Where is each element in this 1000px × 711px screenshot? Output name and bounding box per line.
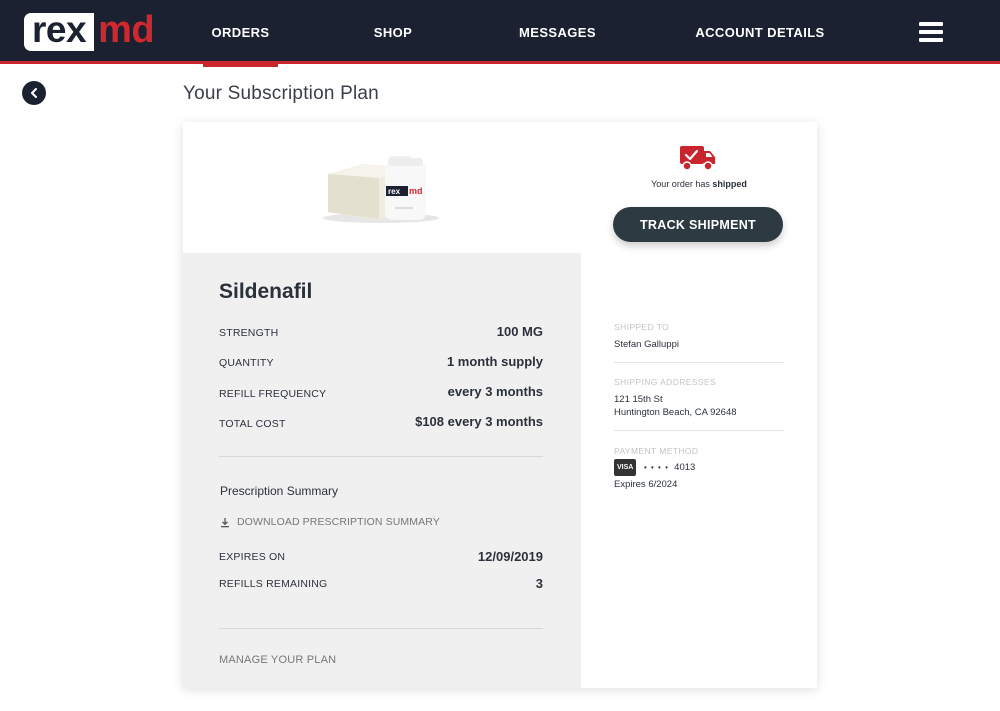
download-prescription-link[interactable]: DOWNLOAD PRESCRIPTION SUMMARY — [220, 516, 440, 528]
divider — [614, 430, 784, 431]
strength-label: STRENGTH — [219, 327, 279, 339]
logo-rex-text: rex — [24, 11, 95, 51]
shipping-status-text: Your order has — [651, 179, 713, 189]
bottle-label-rex: rex — [388, 187, 401, 196]
divider — [219, 456, 543, 457]
subscription-card: rex md Sildenafil STRENGTH 100 MG QUANTI… — [183, 122, 817, 688]
shipping-pane: Your order has shipped TRACK SHIPMENT SH… — [581, 122, 817, 688]
bottle-label-md: md — [409, 186, 423, 196]
quantity-label: QUANTITY — [219, 357, 274, 369]
truck-check-icon — [680, 146, 715, 171]
card-expiry: Expires 6/2024 — [614, 479, 678, 490]
address-line-2: Huntington Beach, CA 92648 — [614, 407, 737, 418]
nav-item-label: SHOP — [373, 24, 413, 40]
manage-plan-link[interactable]: MANAGE YOUR PLAN — [219, 654, 336, 666]
shipping-status: Your order has shipped — [581, 179, 817, 189]
nav-item-messages[interactable]: MESSAGES — [515, 0, 600, 64]
hamburger-icon[interactable] — [919, 22, 943, 42]
nav-item-orders[interactable]: ORDERS — [203, 0, 278, 67]
refills-remaining-value: 3 — [535, 576, 543, 591]
card-dots: • • • • — [644, 463, 669, 473]
visa-icon: VISA — [614, 459, 636, 476]
shipping-status-emphasis: shipped — [712, 179, 747, 189]
quantity-value: 1 month supply — [446, 354, 543, 369]
nav-item-account-details[interactable]: ACCOUNT DETAILS — [695, 0, 825, 64]
download-icon — [221, 517, 229, 527]
shipped-to-label: SHIPPED TO — [614, 322, 670, 332]
shipped-to-name: Stefan Galluppi — [614, 339, 679, 350]
divider — [614, 362, 784, 363]
total-cost-label: TOTAL COST — [219, 418, 286, 430]
prescription-summary-title: Prescription Summary — [220, 484, 339, 498]
total-cost-value: $108 every 3 months — [415, 414, 543, 429]
chevron-left-icon — [31, 88, 37, 98]
payment-card-row: VISA • • • • 4013 — [614, 459, 695, 476]
track-shipment-button[interactable]: TRACK SHIPMENT — [613, 207, 783, 242]
payment-method-label: PAYMENT METHOD — [614, 446, 699, 456]
logo-md-text: md — [98, 9, 155, 51]
top-nav: rex md ORDERS SHOP MESSAGES ACCOUNT DETA… — [0, 0, 1000, 67]
nav-item-label: ORDERS — [211, 24, 270, 40]
address-line-1: 121 15th St — [614, 394, 663, 405]
refill-frequency-value: every 3 months — [447, 384, 543, 399]
rexmd-logo[interactable]: rex md — [24, 9, 158, 51]
card-last4: 4013 — [674, 462, 696, 474]
refill-frequency-label: REFILL FREQUENCY — [219, 388, 327, 400]
back-button[interactable] — [22, 81, 46, 105]
nav-item-label: ACCOUNT DETAILS — [695, 24, 825, 40]
drug-name: Sildenafil — [219, 280, 313, 303]
page-title: Your Subscription Plan — [183, 83, 379, 104]
divider — [219, 628, 543, 629]
refills-remaining-label: REFILLS REMAINING — [219, 578, 328, 590]
expires-on-label: EXPIRES ON — [219, 551, 286, 563]
nav-item-shop[interactable]: SHOP — [360, 0, 426, 64]
product-image: rex md — [323, 156, 439, 223]
plan-details-pane: rex md Sildenafil STRENGTH 100 MG QUANTI… — [183, 122, 581, 688]
product-image-area: rex md — [183, 122, 581, 253]
shipping-address-label: SHIPPING ADDRESSES — [614, 377, 717, 387]
download-prescription-label: DOWNLOAD PRESCRIPTION SUMMARY — [237, 516, 440, 528]
strength-value: 100 MG — [496, 324, 543, 339]
expires-on-value: 12/09/2019 — [477, 549, 543, 564]
nav-item-label: MESSAGES — [519, 24, 596, 40]
